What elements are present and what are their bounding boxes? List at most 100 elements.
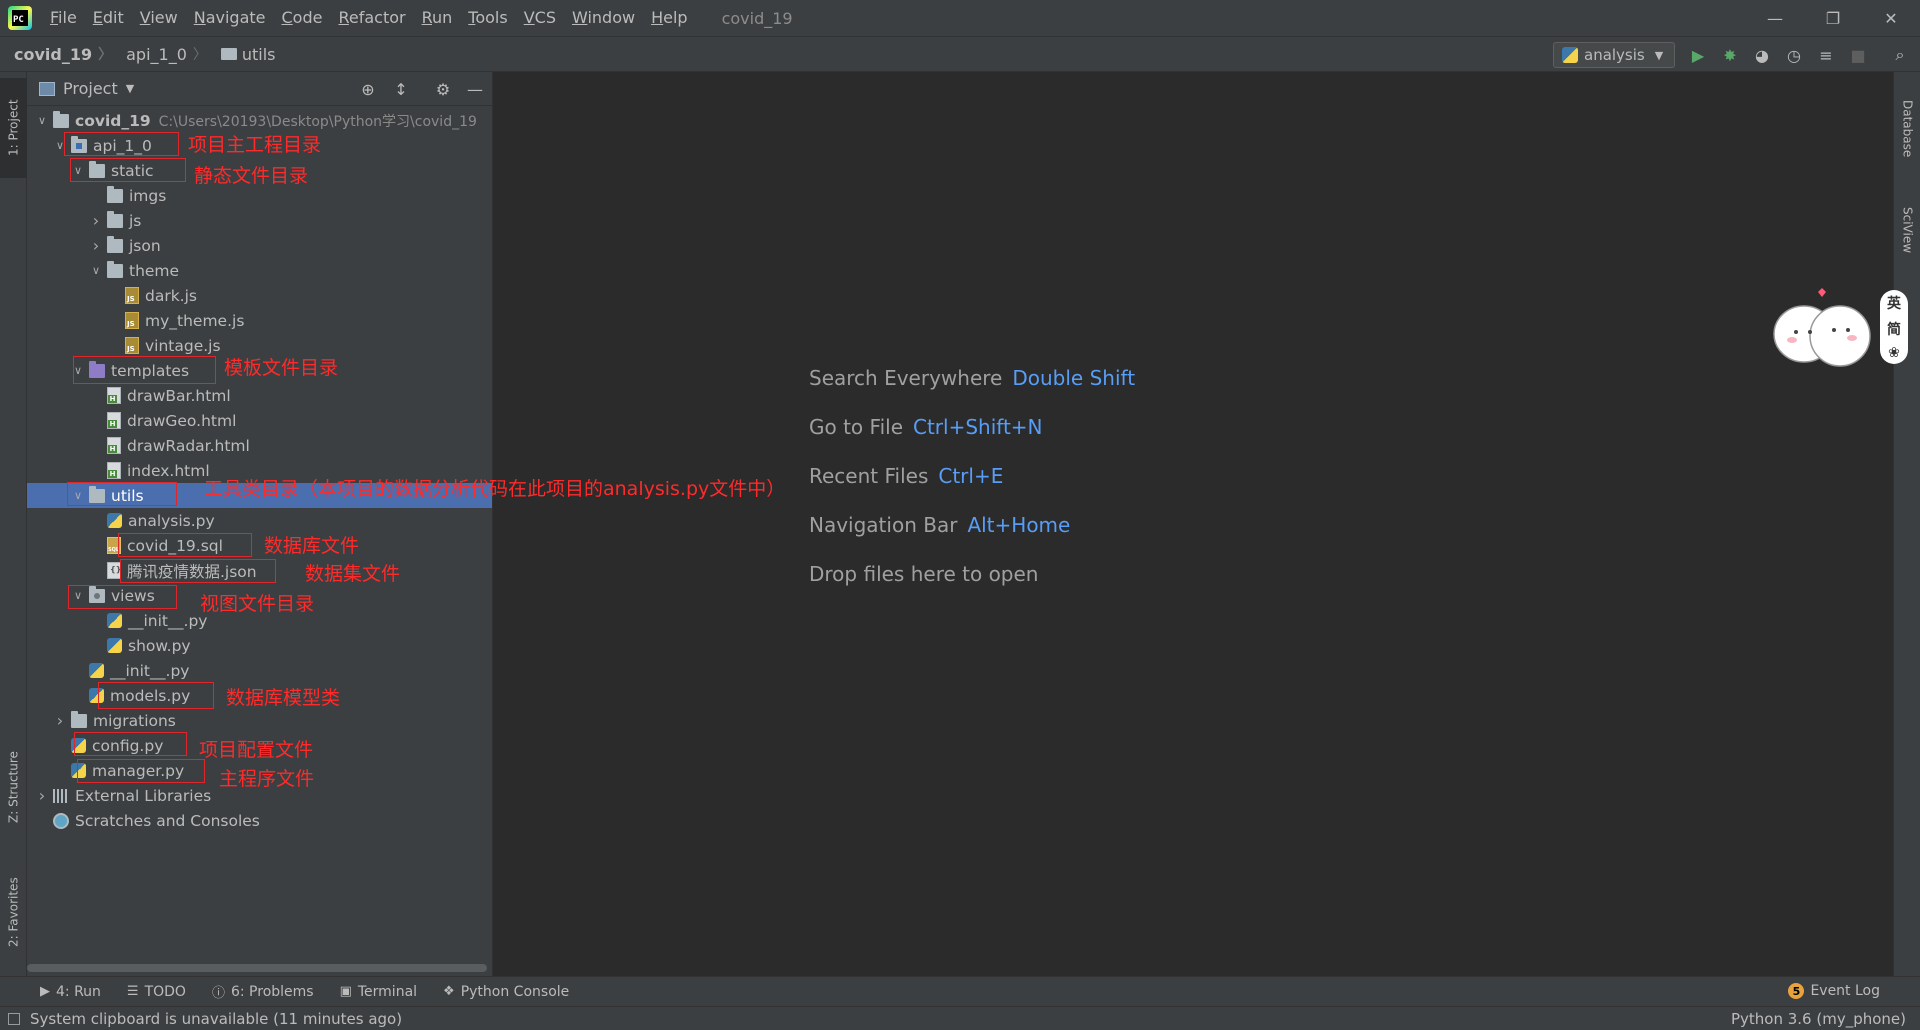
- breadcrumb-utils[interactable]: utils: [207, 45, 276, 64]
- tree-row[interactable]: show.py: [27, 633, 492, 658]
- annotation-box: [70, 158, 186, 182]
- tool-tab-label: 4: Run: [56, 983, 101, 1000]
- menu-refactor[interactable]: Refactor: [330, 0, 413, 36]
- project-panel-header: Project ▼ ⊕ ↕ ⚙ —: [27, 72, 492, 106]
- tree-row[interactable]: covid_19.sql: [27, 533, 492, 558]
- gear-icon[interactable]: ⚙: [433, 79, 453, 99]
- tree-row[interactable]: analysis.py: [27, 508, 492, 533]
- collapse-all-icon[interactable]: ↕: [391, 79, 411, 99]
- chevron-right-icon[interactable]: ›: [35, 786, 49, 805]
- chevron-down-icon[interactable]: ∨: [89, 264, 103, 277]
- project-view-select[interactable]: Project ▼: [27, 79, 134, 98]
- search-icon[interactable]: ⌕: [1890, 45, 1910, 65]
- tree-row[interactable]: dark.js: [27, 283, 492, 308]
- tree-row[interactable]: my_theme.js: [27, 308, 492, 333]
- breadcrumb-api[interactable]: api_1_0 〉: [112, 44, 207, 64]
- profile-icon[interactable]: ◷: [1784, 45, 1804, 65]
- tool-tab-label: Python Console: [460, 983, 570, 1000]
- chevron-right-icon[interactable]: ›: [89, 211, 103, 230]
- chevron-right-icon: 〉: [98, 47, 113, 63]
- locate-icon[interactable]: ⊕: [358, 79, 378, 99]
- breadcrumb-project[interactable]: covid_19 〉: [0, 44, 112, 64]
- structure-tool-tab[interactable]: Z: Structure: [0, 732, 27, 842]
- tree-row[interactable]: › js: [27, 208, 492, 233]
- tool-tab-label: Terminal: [357, 983, 418, 1000]
- project-tool-tab[interactable]: 1: Project: [0, 78, 27, 178]
- annotation-box: [98, 682, 214, 709]
- menu-navigate[interactable]: Navigate: [186, 0, 274, 36]
- tree-row-label: theme: [129, 261, 180, 280]
- folder-icon: [107, 235, 123, 253]
- annotation-label: 项目配置文件: [199, 739, 314, 761]
- tree-row[interactable]: drawBar.html: [27, 383, 492, 408]
- python-file-icon: [107, 613, 122, 628]
- hint-label: Navigation Bar: [809, 513, 958, 537]
- pycharm-logo-icon: PC: [8, 6, 32, 30]
- cat-sticker-image: [1773, 288, 1871, 367]
- html-file-icon: [107, 412, 121, 429]
- menu-tools[interactable]: Tools: [460, 0, 515, 36]
- folder-icon: [107, 210, 123, 228]
- todo-tool-tab[interactable]: ☰ TODO: [127, 984, 186, 1000]
- problems-tool-tab[interactable]: ⓘ 6: Problems: [212, 982, 314, 1002]
- tree-row[interactable]: drawGeo.html: [27, 408, 492, 433]
- hint-navigation-bar: Navigation Bar Alt+Home: [809, 513, 1070, 537]
- debug-icon[interactable]: ✸: [1720, 45, 1740, 65]
- minimize-icon[interactable]: —: [1746, 0, 1804, 36]
- coverage-icon[interactable]: ◕: [1752, 45, 1772, 65]
- menu-help[interactable]: Help: [643, 0, 695, 36]
- ime-mode-label: 简: [1887, 322, 1901, 338]
- hide-icon[interactable]: —: [465, 79, 485, 99]
- tree-row-label: my_theme.js: [145, 311, 245, 330]
- terminal-tool-tab[interactable]: ▣ Terminal: [340, 984, 417, 1000]
- menu-view[interactable]: View: [132, 0, 186, 36]
- tree-row[interactable]: Scratches and Consoles: [27, 808, 492, 833]
- ime-indicator[interactable]: 英 简 ❀: [1880, 290, 1908, 364]
- tree-row-label: drawGeo.html: [127, 411, 237, 430]
- bottom-tool-bar: ▶ 4: Run ☰ TODO ⓘ 6: Problems ▣ Terminal ❖ Py…: [0, 976, 1920, 1006]
- terminal-icon: ▣: [339, 984, 352, 999]
- menu-vcs[interactable]: VCS: [516, 0, 564, 36]
- close-icon[interactable]: ✕: [1862, 0, 1920, 36]
- restore-icon[interactable]: ❐: [1804, 0, 1862, 36]
- run-icon[interactable]: ▶: [1688, 45, 1708, 65]
- breadcrumb-label: utils: [241, 44, 276, 64]
- menu-run[interactable]: Run: [414, 0, 461, 36]
- python-console-tool-tab[interactable]: ❖ Python Console: [443, 984, 569, 1000]
- editor-empty-area[interactable]: Search Everywhere Double Shift Go to File…: [494, 72, 1893, 976]
- status-bar: System clipboard is unavailable (11 minu…: [0, 1006, 1920, 1030]
- horizontal-scrollbar[interactable]: [27, 964, 487, 972]
- window-title: covid_19: [721, 8, 793, 28]
- chevron-right-icon[interactable]: ›: [53, 711, 67, 730]
- stop-icon[interactable]: ■: [1848, 45, 1868, 65]
- caret-down-icon: ▼: [1654, 48, 1664, 62]
- toggle-tool-windows-icon[interactable]: [8, 1012, 20, 1025]
- chevron-right-icon[interactable]: ›: [89, 236, 103, 255]
- project-panel: Project ▼ ⊕ ↕ ⚙ — ∨ covid_19 C:\Users\2019…: [27, 72, 493, 976]
- folder-icon: [107, 185, 123, 203]
- run-tool-tab[interactable]: ▶ 4: Run: [40, 984, 101, 1000]
- left-tool-stripe: 1: Project Z: Structure 2: Favorites: [0, 72, 27, 976]
- tree-row-label: vintage.js: [145, 336, 221, 355]
- sciview-tool-tab[interactable]: SciView: [1894, 190, 1920, 270]
- html-file-icon: [107, 462, 121, 479]
- favorites-tool-tab[interactable]: 2: Favorites: [0, 862, 27, 962]
- navigation-bar: covid_19 〉 api_1_0 〉 utils analysis ▼ ▶ ✸ …: [0, 36, 1920, 72]
- event-log-tool-tab[interactable]: 5 Event Log: [1788, 983, 1880, 999]
- tree-row-label: Scratches and Consoles: [75, 811, 260, 830]
- tree-row[interactable]: › json: [27, 233, 492, 258]
- interpreter-selector[interactable]: Python 3.6 (my_phone): [1731, 1010, 1906, 1028]
- chevron-down-icon[interactable]: ∨: [35, 114, 49, 127]
- run-config-select[interactable]: analysis ▼: [1553, 42, 1675, 68]
- status-message[interactable]: System clipboard is unavailable (11 minu…: [8, 1010, 402, 1028]
- tree-row[interactable]: ∨ theme: [27, 258, 492, 283]
- menu-file[interactable]: File: [42, 0, 85, 36]
- menu-window[interactable]: Window: [564, 0, 643, 36]
- menu-code[interactable]: Code: [274, 0, 331, 36]
- menu-edit[interactable]: Edit: [85, 0, 132, 36]
- run-concurrency-icon[interactable]: ≡: [1816, 45, 1836, 65]
- tree-row[interactable]: __init__.py: [27, 658, 492, 683]
- tree-row[interactable]: drawRadar.html: [27, 433, 492, 458]
- database-tool-tab[interactable]: Database: [1894, 84, 1920, 174]
- tree-row[interactable]: › migrations: [27, 708, 492, 733]
